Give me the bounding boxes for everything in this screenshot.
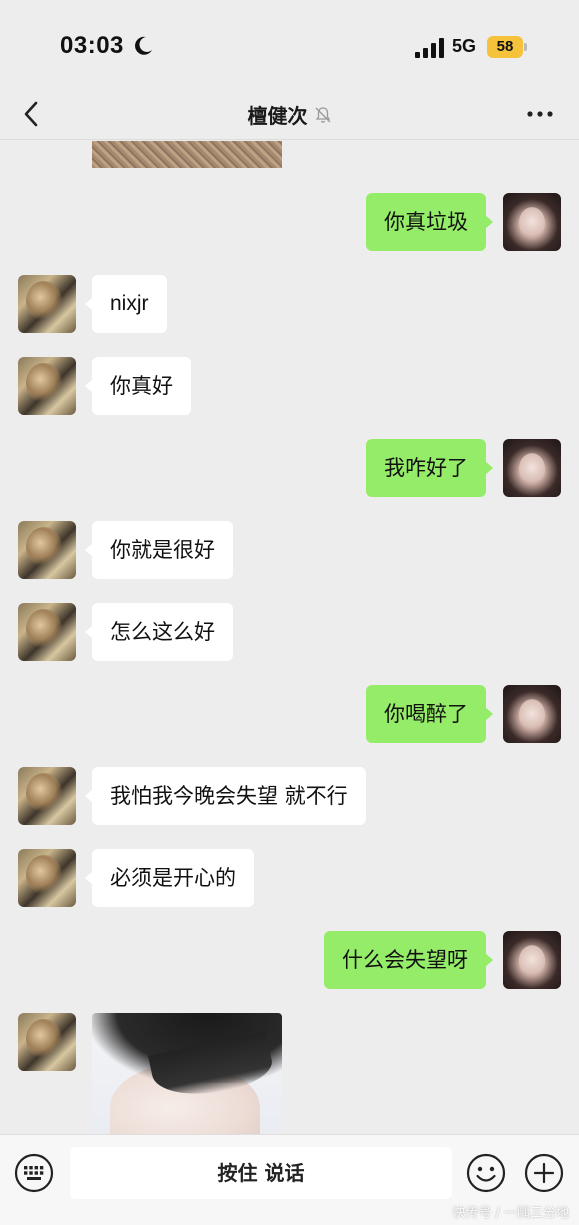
message-bubble-mine[interactable]: 我咋好了 xyxy=(366,439,493,497)
moon-icon xyxy=(135,36,152,55)
message-bubble-mine[interactable]: 你真垃圾 xyxy=(366,193,493,251)
avatar-me[interactable] xyxy=(503,439,561,497)
keyboard-icon[interactable] xyxy=(14,1153,54,1193)
status-bar: 03:03 5G 58 xyxy=(0,0,579,90)
message-bubble-friend[interactable]: 必须是开心的 xyxy=(85,849,254,907)
hold-to-talk-button[interactable]: 按住 说话 xyxy=(70,1147,452,1199)
avatar-friend[interactable] xyxy=(18,603,76,661)
avatar-friend[interactable] xyxy=(18,357,76,415)
more-icon[interactable] xyxy=(524,102,556,126)
emoji-icon[interactable] xyxy=(466,1153,506,1193)
chat-title-wrap: 檀健次 xyxy=(0,100,579,129)
network-type: 5G xyxy=(452,36,477,56)
avatar-friend[interactable] xyxy=(18,275,76,333)
message-bubble-friend[interactable]: 怎么这么好 xyxy=(85,603,233,661)
message-bubble-mine[interactable]: 什么会失望呀 xyxy=(324,931,493,989)
message-list[interactable]: 你真垃圾 nixjr 你真好 我咋好了 你就是很好 怎么这么好 你喝醉了 我怕我… xyxy=(0,141,579,1134)
mute-icon xyxy=(315,106,330,123)
image-message[interactable] xyxy=(92,1013,282,1134)
signal-icon xyxy=(415,38,444,58)
chat-title: 檀健次 xyxy=(247,104,308,128)
avatar-me[interactable] xyxy=(503,931,561,989)
avatar-friend[interactable] xyxy=(18,849,76,907)
avatar-friend[interactable] xyxy=(18,521,76,579)
watermark: 快传号 / 一隅三分地 xyxy=(452,1206,569,1221)
battery-cap xyxy=(524,43,527,51)
avatar-me[interactable] xyxy=(503,685,561,743)
avatar-friend[interactable] xyxy=(18,767,76,825)
chat-header: 檀健次 xyxy=(0,90,579,140)
message-bubble-friend[interactable]: 你真好 xyxy=(85,357,191,415)
image-message-partial[interactable] xyxy=(92,141,282,168)
message-bubble-friend[interactable]: nixjr xyxy=(85,275,167,333)
battery-level: 58 xyxy=(487,36,523,58)
message-bubble-friend[interactable]: 我怕我今晚会失望 就不行 xyxy=(85,767,366,825)
plus-icon[interactable] xyxy=(524,1153,564,1193)
avatar-me[interactable] xyxy=(503,193,561,251)
status-time: 03:03 xyxy=(60,32,124,59)
message-bubble-mine[interactable]: 你喝醉了 xyxy=(366,685,493,743)
avatar-friend[interactable] xyxy=(18,1013,76,1071)
input-bar: 按住 说话 快传号 / 一隅三分地 xyxy=(0,1134,579,1225)
message-bubble-friend[interactable]: 你就是很好 xyxy=(85,521,233,579)
